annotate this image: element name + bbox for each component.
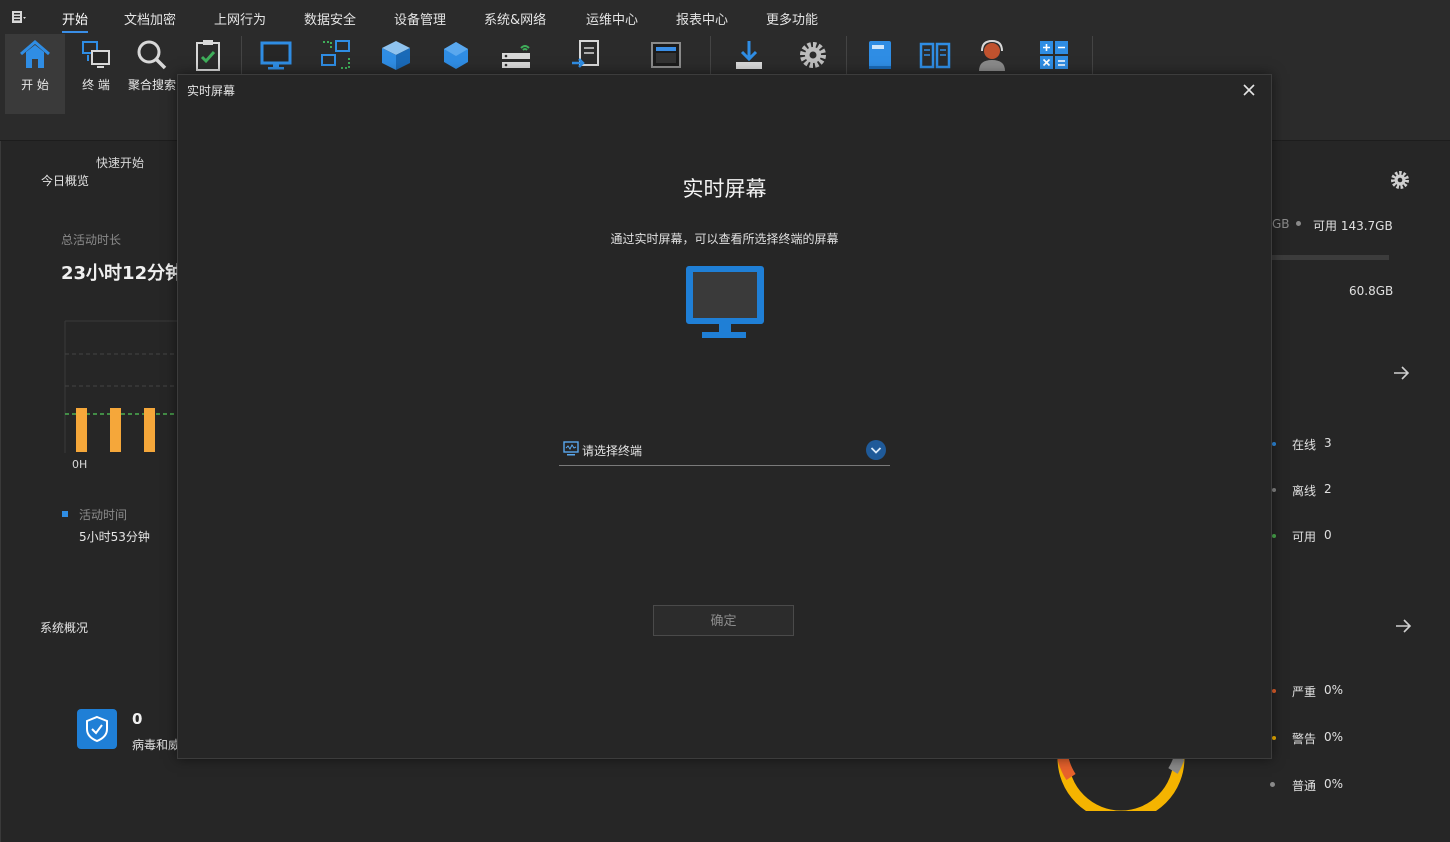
disk-available: 可用 143.7GB [1313,219,1393,233]
legend-active-value: 5小时53分钟 [79,530,150,544]
dialog-title: 实时屏幕 [187,84,236,98]
terminals-icon [82,41,110,68]
status-available-label: 可用 [1292,530,1317,544]
terminal-select-placeholder: 请选择终端 [582,444,643,458]
realtime-screen-dialog: 实时屏幕 实时屏幕 通过实时屏幕，可以查看所选择终端的屏幕 请选择终端 确定 [177,74,1272,759]
download-install-icon [736,41,762,69]
calculator-icon [1040,41,1068,69]
menu-bar: 开始 文档加密 上网行为 数据安全 设备管理 系统&网络 运维中心 报表中心 更… [0,0,1450,34]
monitor-icon [686,266,764,338]
home-icon [20,40,50,68]
alert-dot-warning [1272,736,1276,740]
search-icon [137,40,167,70]
status-offline-value: 2 [1324,482,1332,496]
home-button[interactable]: 开 始 [5,34,65,114]
book-icon [869,41,891,69]
gear-icon [800,42,826,68]
app-menu-icon[interactable] [12,11,26,23]
close-icon[interactable] [1240,81,1258,99]
menu-start[interactable]: 开始 [62,9,89,33]
terminal-label: 终 端 [82,78,110,92]
customer-support-icon [979,39,1005,71]
menu-ops-center[interactable]: 运维中心 [586,9,638,28]
legend-active-label: 活动时间 [79,508,128,522]
alert-severe-value: 0% [1324,683,1344,697]
menu-report-center[interactable]: 报表中心 [676,9,728,28]
dialog-description: 通过实时屏幕，可以查看所选择终端的屏幕 [610,232,839,246]
terminal-select[interactable]: 请选择终端 [559,437,890,466]
arrow-right-icon[interactable] [1391,363,1411,383]
menu-data-security[interactable]: 数据安全 [304,9,356,28]
activity-bar [110,408,121,452]
status-dot-offline [1272,488,1276,492]
disk-used-partial: GB [1272,217,1290,231]
menu-more-features[interactable]: 更多功能 [766,9,818,28]
terminal-button[interactable]: 终 端 [66,34,126,114]
aggregate-search-button[interactable]: 聚合搜索 [124,34,180,114]
alert-dot-severe [1272,689,1276,693]
menu-doc-encryption[interactable]: 文档加密 [124,9,176,28]
legend-swatch [62,511,68,517]
shield-icon [77,709,117,749]
network-computers-icon [321,40,350,69]
home-label: 开 始 [21,78,49,92]
activity-bar [76,408,87,452]
alert-normal-label: 普通 [1292,779,1317,793]
activity-bar-chart [64,320,179,453]
chart-axis-start: 0H [72,458,88,471]
dashboard-settings-gear-icon[interactable] [1389,169,1411,191]
today-overview-title: 今日概览 [41,174,90,188]
status-available-value: 0 [1324,528,1332,542]
screen-wall-icon [651,42,681,68]
alert-warning-value: 0% [1324,730,1344,744]
total-active-label: 总活动时长 [61,233,122,247]
status-online-value: 3 [1324,436,1332,450]
activity-bar [144,408,155,452]
cube-icon [382,41,410,70]
chevron-down-icon[interactable] [865,439,887,461]
clipboard-check-icon [196,40,220,71]
dialog-heading: 实时屏幕 [682,177,767,201]
total-active-value: 23小时12分钟 [61,263,184,284]
open-book-icon [919,42,951,69]
menu-web-behavior[interactable]: 上网行为 [214,9,266,28]
search-label: 聚合搜索 [127,78,176,92]
alert-normal-value: 0% [1324,777,1344,791]
status-dot-online [1272,442,1276,446]
document-transfer-icon [572,40,599,68]
status-dot-available [1272,534,1276,538]
arrow-right-icon[interactable] [1393,616,1413,636]
alert-warning-label: 警告 [1292,732,1317,746]
router-icon [502,45,530,68]
status-online-label: 在线 [1292,438,1317,452]
monitor-icon [260,41,292,70]
disk-other-value: 60.8GB [1349,284,1394,298]
hexagon-icon [444,42,468,69]
menu-device-management[interactable]: 设备管理 [394,9,446,28]
alert-severe-label: 严重 [1292,685,1317,699]
system-overview-title: 系统概况 [40,621,89,635]
virus-count: 0 [132,710,143,728]
disk-usage-bar [1272,255,1389,260]
status-offline-label: 离线 [1292,484,1317,498]
menu-system-network[interactable]: 系统&网络 [484,9,546,28]
disk-available-dot [1296,221,1301,226]
terminal-icon [563,441,579,456]
alert-dot-normal [1270,782,1275,787]
confirm-button[interactable]: 确定 [653,605,794,636]
